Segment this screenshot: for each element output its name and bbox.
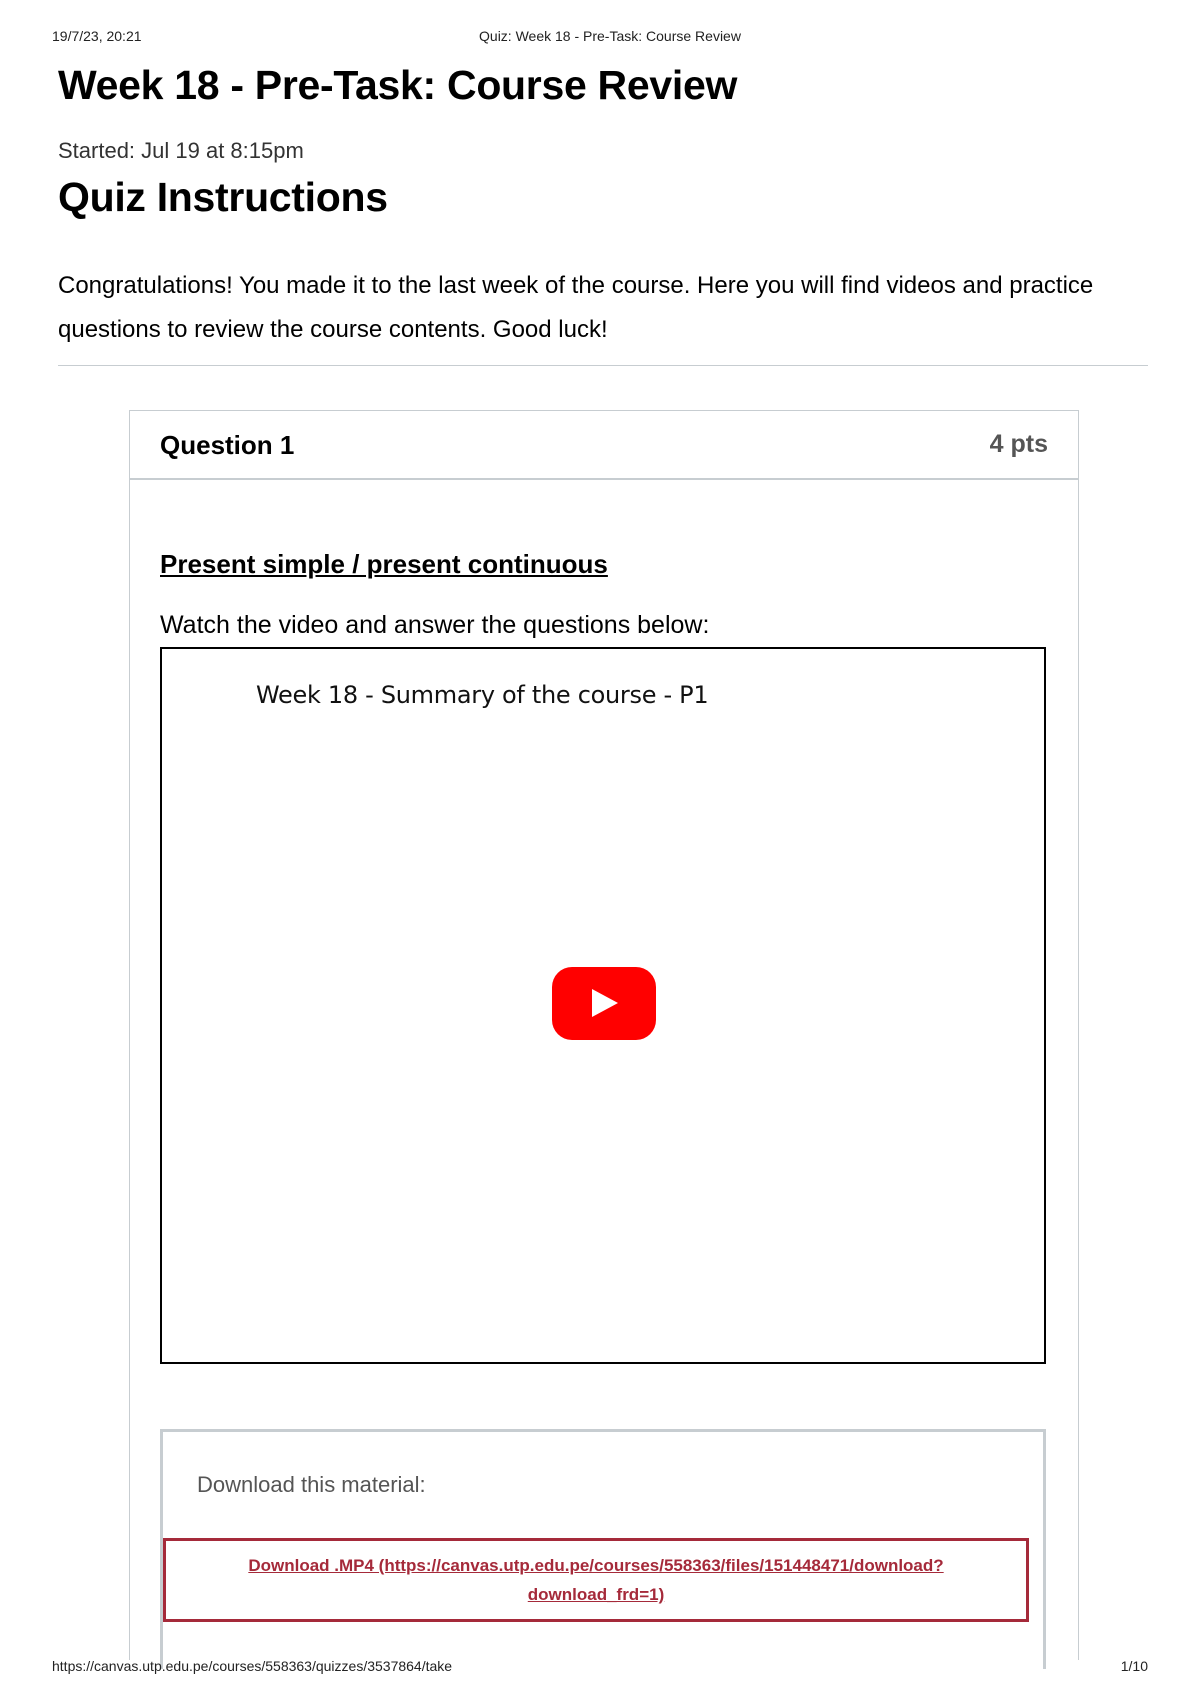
- download-section: Download this material: Download .MP4 (h…: [160, 1429, 1046, 1669]
- video-title[interactable]: Week 18 - Summary of the course - P1: [256, 681, 709, 709]
- question-name: Question 1: [160, 430, 295, 460]
- print-url: https://canvas.utp.edu.pe/courses/558363…: [52, 1658, 453, 1674]
- page-title: Week 18 - Pre-Task: Course Review: [58, 62, 738, 108]
- print-title: Quiz: Week 18 - Pre-Task: Course Review: [479, 28, 741, 44]
- question-card: Question 1 4 pts Present simple / presen…: [129, 410, 1079, 1669]
- download-link-line1[interactable]: Download .MP4 (https://canvas.utp.edu.pe…: [166, 1551, 1026, 1580]
- download-link-box: Download .MP4 (https://canvas.utp.edu.pe…: [163, 1538, 1029, 1622]
- instructions-text: Congratulations! You made it to the last…: [58, 272, 1094, 343]
- started-timestamp: Started: Jul 19 at 8:15pm: [58, 138, 304, 163]
- video-embed[interactable]: Week 18 - Summary of the course - P1: [160, 647, 1046, 1364]
- page-number: 1/10: [1120, 1658, 1148, 1674]
- question-points: 4 pts: [989, 430, 1048, 458]
- question-header: Question 1 4 pts: [130, 411, 1078, 480]
- print-header: 19/7/23, 20:21 Quiz: Week 18 - Pre-Task:…: [52, 28, 1148, 48]
- divider: [58, 365, 1148, 366]
- download-link-line2[interactable]: download_frd=1): [166, 1580, 1026, 1609]
- question-prompt: Watch the video and answer the questions…: [160, 611, 710, 639]
- download-label: Download this material:: [197, 1472, 426, 1497]
- instructions-heading: Quiz Instructions: [58, 174, 388, 220]
- question-topic: Present simple / present continuous: [160, 549, 608, 579]
- print-footer: https://canvas.utp.edu.pe/courses/558363…: [52, 1658, 1148, 1678]
- youtube-play-icon[interactable]: [552, 967, 656, 1040]
